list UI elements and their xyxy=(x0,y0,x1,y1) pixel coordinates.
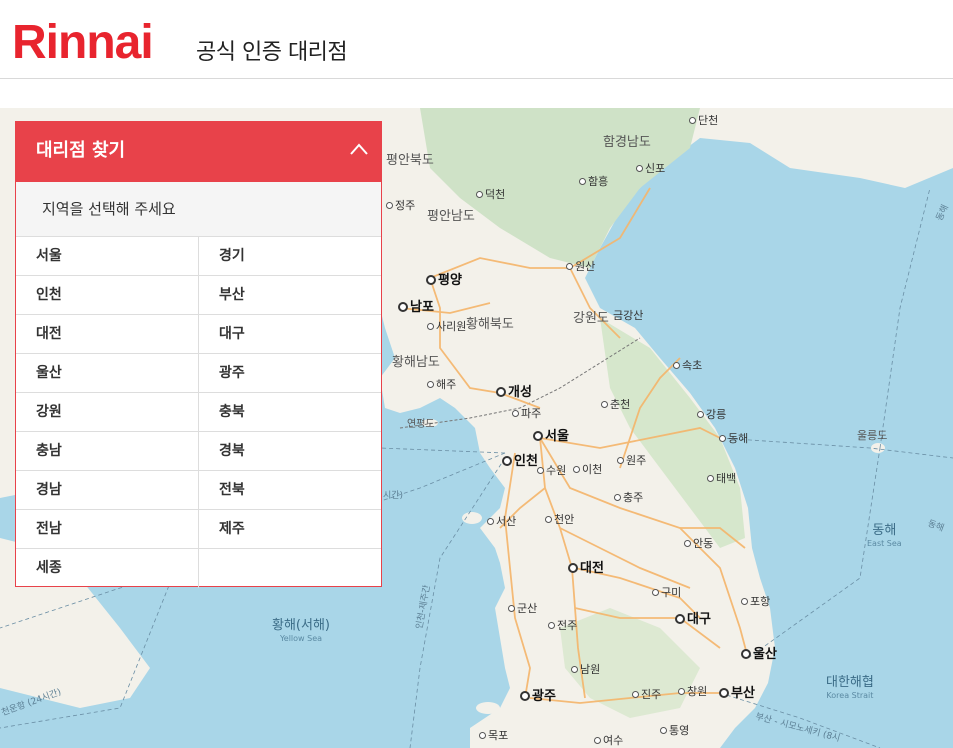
place-label: 통영 xyxy=(660,724,689,737)
place-label: 평안남도 xyxy=(427,209,475,224)
region-item-gwangju[interactable]: 광주 xyxy=(199,354,381,393)
place-label: 단천 xyxy=(689,114,718,127)
region-item-daejeon[interactable]: 대전 xyxy=(16,315,199,354)
place-label: 서울 xyxy=(533,430,569,443)
sea-label-strait: 대한해협 Korea Strait xyxy=(826,675,874,700)
place-label: 대전 xyxy=(568,562,604,575)
sea-label-east: 동해 East Sea xyxy=(867,523,902,548)
region-select-prompt: 지역을 선택해 주세요 xyxy=(16,182,381,237)
place-label: 여수 xyxy=(594,734,623,747)
place-label: 이천 xyxy=(573,463,602,476)
dealer-finder-panel: 대리점 찾기 지역을 선택해 주세요 서울 경기 인천 부산 대전 대구 울산 … xyxy=(15,121,382,588)
page-subtitle: 공식 인증 대리점 xyxy=(196,40,348,65)
place-label: 대구 xyxy=(675,613,711,626)
place-label: 황해북도 xyxy=(466,317,514,332)
place-label: 군산 xyxy=(508,602,537,615)
place-label: 울산 xyxy=(741,648,777,661)
region-item-sejong[interactable]: 세종 xyxy=(16,549,199,588)
panel-title: 대리점 찾기 xyxy=(36,140,126,161)
place-label: 황해남도 xyxy=(392,355,440,370)
place-label: 원주 xyxy=(617,454,646,467)
place-label: 수원 xyxy=(537,464,566,477)
place-label: 구미 xyxy=(652,586,681,599)
place-label: 신포 xyxy=(636,162,665,175)
place-label: 인천 xyxy=(502,455,538,468)
place-label: 울릉도 xyxy=(857,429,888,442)
place-label: 포항 xyxy=(741,595,770,608)
chevron-up-icon[interactable] xyxy=(345,136,373,164)
place-label: 금강산 xyxy=(613,309,644,322)
place-label: 연평도 xyxy=(407,419,435,430)
region-item-gyeongbuk[interactable]: 경북 xyxy=(199,432,381,471)
place-label: 태백 xyxy=(707,472,736,485)
region-item-empty xyxy=(199,549,381,588)
place-label: 남포 xyxy=(398,301,434,314)
region-item-seoul[interactable]: 서울 xyxy=(16,237,199,276)
region-item-gyeongnam[interactable]: 경남 xyxy=(16,471,199,510)
rinnai-logo[interactable]: Rinnai xyxy=(12,18,154,68)
region-item-gangwon[interactable]: 강원 xyxy=(16,393,199,432)
place-label: 평안북도 xyxy=(386,153,434,168)
region-item-jeju[interactable]: 제주 xyxy=(199,510,381,549)
place-label: 안동 xyxy=(684,537,713,550)
place-label: 원산 xyxy=(566,260,595,273)
place-label: 진주 xyxy=(632,688,661,701)
route-label: 시간) xyxy=(383,491,404,501)
region-item-busan[interactable]: 부산 xyxy=(199,276,381,315)
site-header: Rinnai 공식 인증 대리점 xyxy=(0,0,953,79)
place-label: 속초 xyxy=(673,359,702,372)
region-grid: 서울 경기 인천 부산 대전 대구 울산 광주 강원 충북 충남 경북 경남 전… xyxy=(16,237,381,588)
place-label: 광주 xyxy=(520,690,556,703)
place-label: 남원 xyxy=(571,663,600,676)
place-label: 목포 xyxy=(479,729,508,742)
place-label: 사리원 xyxy=(427,320,466,333)
region-item-gyeonggi[interactable]: 경기 xyxy=(199,237,381,276)
place-label: 덕천 xyxy=(476,188,505,201)
region-item-chungnam[interactable]: 충남 xyxy=(16,432,199,471)
place-label: 함경남도 xyxy=(603,135,651,150)
place-label: 강원도 xyxy=(573,311,609,326)
place-label: 천안 xyxy=(545,513,574,526)
region-item-incheon[interactable]: 인천 xyxy=(16,276,199,315)
place-label: 개성 xyxy=(496,386,532,399)
island-1 xyxy=(462,512,482,524)
place-label: 충주 xyxy=(614,491,643,504)
select-prompt-text: 지역을 선택해 주세요 xyxy=(42,200,176,218)
island-3 xyxy=(510,728,530,738)
region-item-chungbuk[interactable]: 충북 xyxy=(199,393,381,432)
place-label: 파주 xyxy=(512,407,541,420)
island-ulleung xyxy=(871,443,885,453)
place-label: 전주 xyxy=(548,619,577,632)
region-item-jeonbuk[interactable]: 전북 xyxy=(199,471,381,510)
place-label: 창원 xyxy=(678,685,707,698)
island-2 xyxy=(476,702,500,714)
place-label: 함흥 xyxy=(579,175,608,188)
sea-label-yellow: 황해(서해) Yellow Sea xyxy=(272,618,330,643)
place-label: 해주 xyxy=(427,378,456,391)
region-item-daegu[interactable]: 대구 xyxy=(199,315,381,354)
place-label: 부산 xyxy=(719,687,755,700)
region-item-jeonnam[interactable]: 전남 xyxy=(16,510,199,549)
place-label: 강릉 xyxy=(697,408,726,421)
place-label: 정주 xyxy=(386,199,415,212)
place-label: 춘천 xyxy=(601,398,630,411)
place-label: 동해 xyxy=(719,432,748,445)
place-label: 평양 xyxy=(426,274,462,287)
panel-header[interactable]: 대리점 찾기 xyxy=(16,122,381,182)
region-item-ulsan[interactable]: 울산 xyxy=(16,354,199,393)
place-label: 서산 xyxy=(487,515,516,528)
